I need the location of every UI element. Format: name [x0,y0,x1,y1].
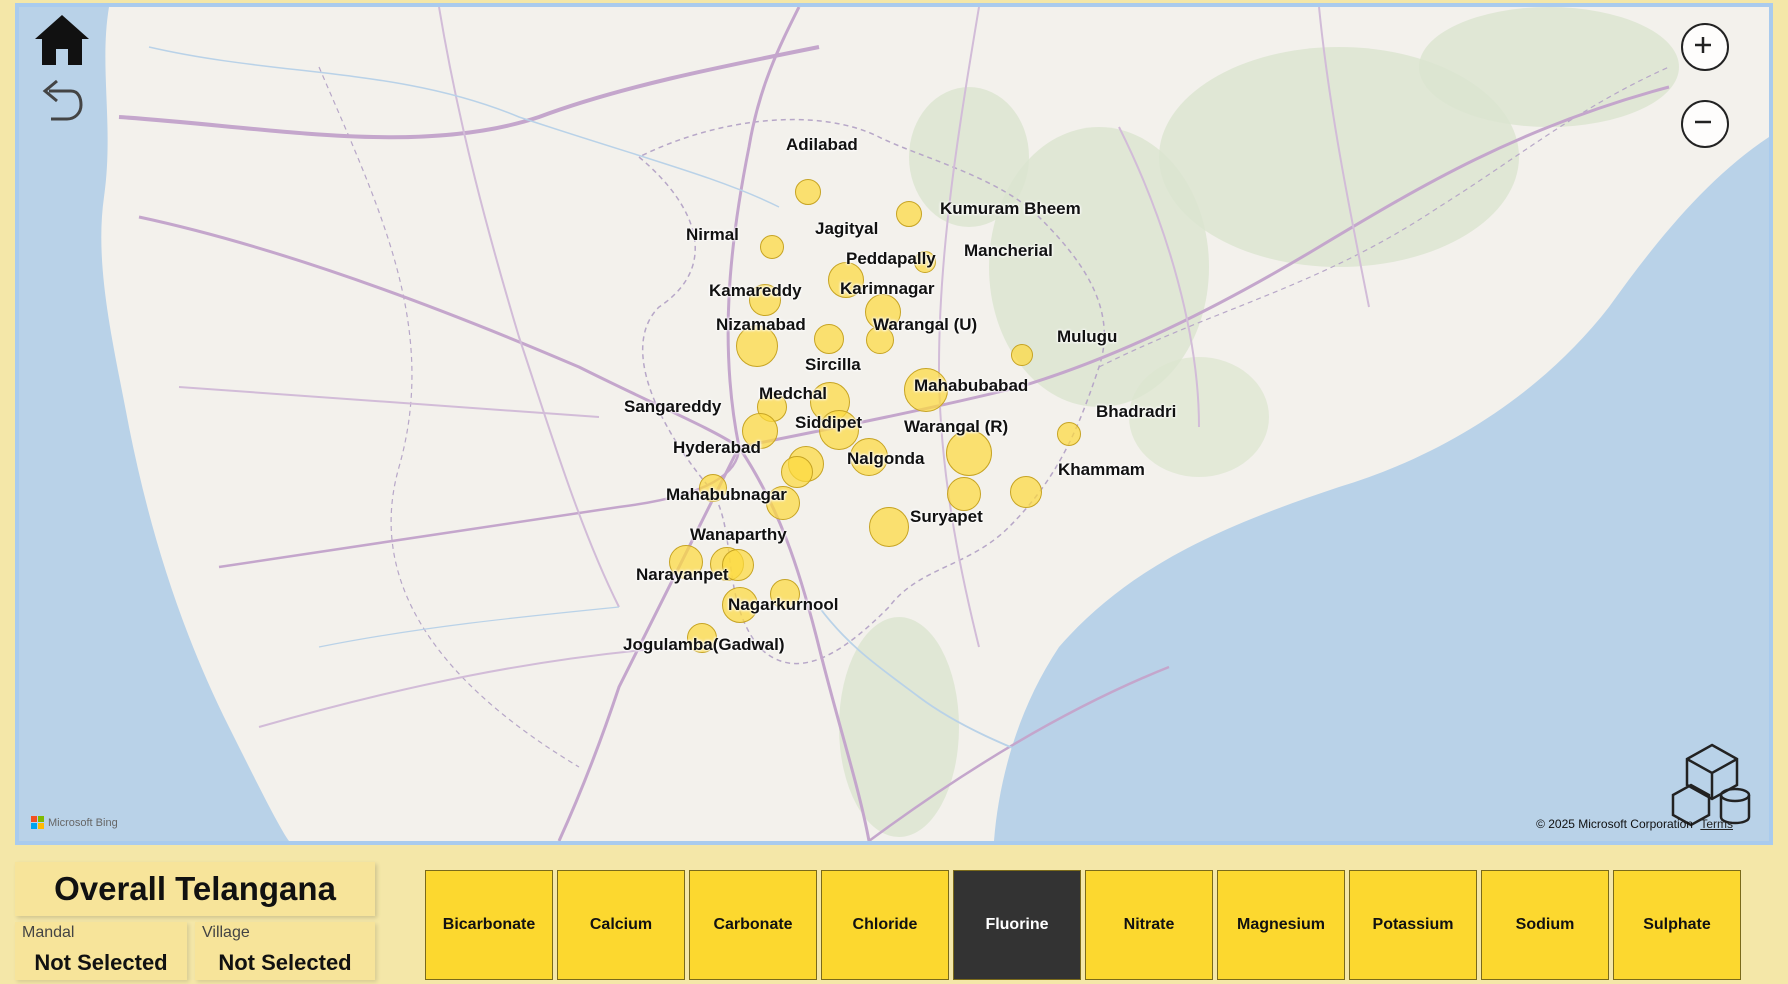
bing-attribution-text: Microsoft Bing [48,816,118,829]
mandal-label: Mandal [22,924,75,941]
district-bubble[interactable] [896,201,922,227]
district-label: Warangal (U) [873,315,978,334]
map-visual[interactable]: Adilabad Kumuram Bheem Nirmal Jagityal Manch… [15,3,1773,845]
param-button-magnesium[interactable]: Magnesium [1217,870,1345,980]
page-title: Overall Telangana [15,862,375,916]
bing-attribution: Microsoft Bing [31,816,118,829]
district-label: Jogulamba(Gadwal) [623,635,785,654]
district-bubble[interactable] [795,179,821,205]
minus-icon [1695,120,1711,124]
village-label: Village [202,924,250,941]
param-button-nitrate[interactable]: Nitrate [1085,870,1213,980]
terms-link[interactable]: Terms [1700,817,1733,831]
district-label: Mahabubnagar [666,485,787,504]
param-button-fluorine[interactable]: Fluorine [953,870,1081,980]
district-bubble[interactable] [781,456,813,488]
district-label: Medchal [759,384,828,403]
copyright-text: © 2025 Microsoft Corporation [1536,817,1693,831]
district-label: Nagarkurnool [728,595,839,614]
village-value[interactable]: Not Selected [195,950,375,976]
param-button-bicarbonate[interactable]: Bicarbonate [425,870,553,980]
district-label: Narayanpet [636,565,729,584]
district-label: Sangareddy [624,397,722,416]
param-button-sodium[interactable]: Sodium [1481,870,1609,980]
district-label: Suryapet [910,507,983,526]
param-button-calcium[interactable]: Calcium [557,870,685,980]
district-bubble[interactable] [760,235,784,259]
district-label: Adilabad [786,135,858,154]
district-label: Nalgonda [847,449,925,468]
village-slicer[interactable]: Village Not Selected [195,922,375,980]
district-label: Khammam [1058,460,1145,479]
district-label: Kamareddy [709,281,802,300]
param-button-potassium[interactable]: Potassium [1349,870,1477,980]
district-label: Mulugu [1057,327,1118,346]
district-bubble[interactable] [947,477,981,511]
district-label: Karimnagar [840,279,935,298]
district-bubble[interactable] [814,324,844,354]
district-bubble[interactable] [869,507,909,547]
microsoft-logo-icon [31,816,44,829]
district-label: Nirmal [686,225,739,244]
district-bubble[interactable] [1011,344,1033,366]
district-label: Wanaparthy [690,525,787,544]
param-button-carbonate[interactable]: Carbonate [689,870,817,980]
home-icon[interactable] [33,13,91,67]
district-label: Peddapally [846,249,936,268]
param-button-chloride[interactable]: Chloride [821,870,949,980]
district-label: Siddipet [795,413,863,432]
district-bubble[interactable] [1057,422,1081,446]
zoom-out-button[interactable] [1681,100,1729,148]
district-label: Hyderabad [673,438,761,457]
mandal-slicer[interactable]: Mandal Not Selected [15,922,187,980]
district-label: Mancherial [964,241,1053,260]
district-bubble[interactable] [1010,476,1042,508]
district-label: Jagityal [815,219,879,238]
undo-icon[interactable] [37,77,85,125]
cube-icon[interactable] [1669,741,1755,827]
district-label: Warangal (R) [904,417,1009,436]
district-label: Kumuram Bheem [940,199,1081,218]
district-label: Bhadradri [1096,402,1177,421]
param-button-sulphate[interactable]: Sulphate [1613,870,1741,980]
parameter-buttons: Bicarbonate Calcium Carbonate Chloride Fluor… [425,870,1741,980]
mandal-value[interactable]: Not Selected [15,950,187,976]
basemap [19,7,1769,841]
plus-icon [1695,37,1711,53]
district-label: Mahabubabad [914,376,1029,395]
district-label: Sircilla [805,355,861,374]
zoom-in-button[interactable] [1681,23,1729,71]
map-copyright: © 2025 Microsoft Corporation Terms [1536,817,1733,831]
district-label: Nizamabad [716,315,806,334]
